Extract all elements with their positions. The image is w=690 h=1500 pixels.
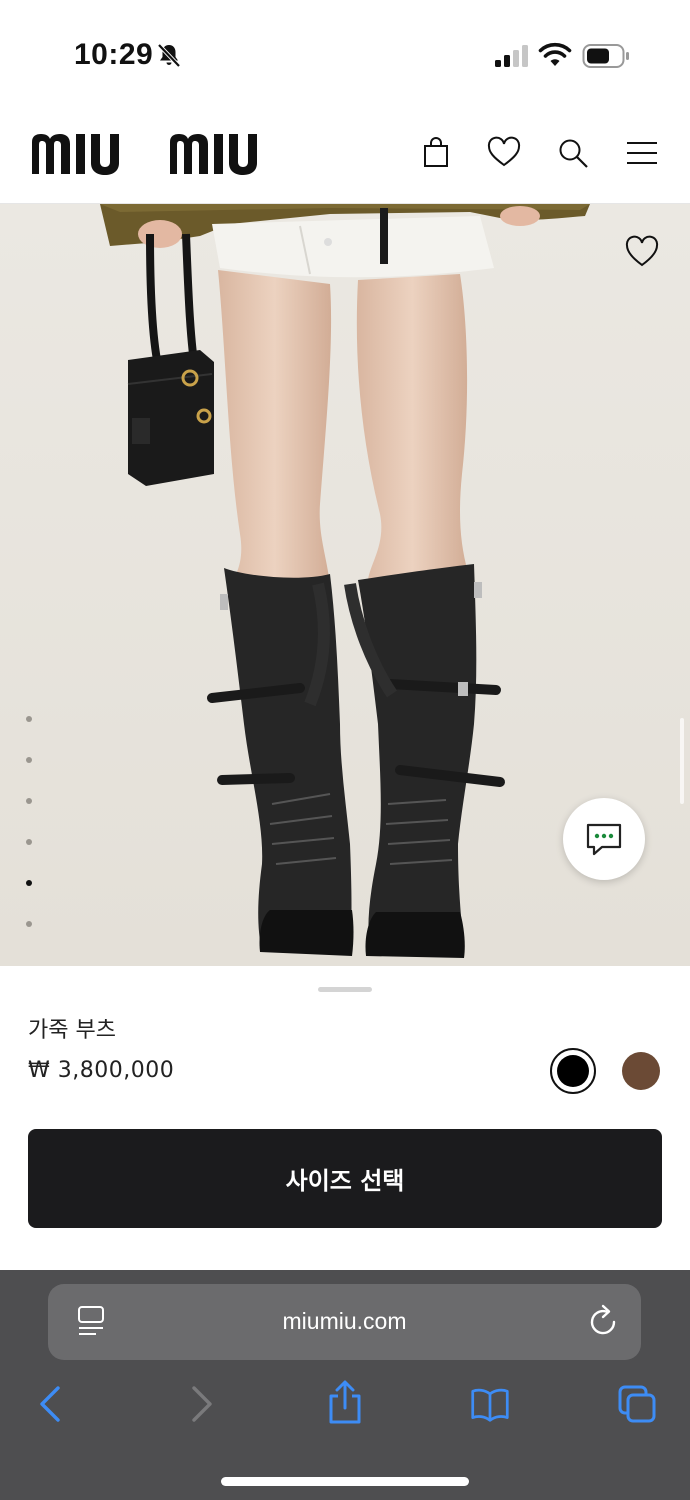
color-swatch-fill [557, 1055, 589, 1087]
search-icon[interactable] [556, 136, 590, 170]
product-name: 가죽 부츠 [28, 1018, 116, 1043]
browser-toolbar: miumiu.com [0, 1270, 690, 1500]
color-swatch-brown[interactable] [622, 1052, 660, 1090]
sheet-handle[interactable] [318, 987, 372, 992]
wifi-icon [538, 42, 572, 66]
shopping-bag-icon[interactable] [419, 136, 453, 170]
share-icon[interactable] [324, 1380, 366, 1424]
pagination-dot[interactable] [26, 757, 32, 763]
product-image-gallery[interactable] [0, 204, 690, 966]
forward-icon[interactable] [180, 1384, 220, 1424]
url-text[interactable]: miumiu.com [48, 1308, 641, 1335]
menu-icon[interactable] [625, 136, 659, 170]
site-header [0, 100, 690, 204]
home-indicator[interactable] [221, 1477, 469, 1486]
chat-bubble-icon [586, 823, 622, 856]
pagination-dot-active[interactable] [26, 880, 32, 886]
pagination-dot[interactable] [26, 716, 32, 722]
pagination-dot[interactable] [26, 798, 32, 804]
battery-icon [582, 44, 629, 68]
bookmarks-icon[interactable] [470, 1384, 510, 1424]
cellular-signal-icon [495, 45, 528, 67]
back-icon[interactable] [32, 1384, 72, 1424]
address-bar[interactable]: miumiu.com [48, 1284, 641, 1360]
tabs-icon[interactable] [617, 1384, 657, 1424]
miu-miu-logo[interactable] [30, 130, 290, 178]
product-price: ₩ 3,800,000 [28, 1058, 175, 1083]
image-pagination[interactable] [26, 716, 36, 962]
heart-outline-icon[interactable] [624, 234, 660, 270]
chat-button[interactable] [563, 798, 645, 880]
bell-slash-icon [157, 43, 181, 68]
color-swatch-black[interactable] [550, 1048, 596, 1094]
select-size-button[interactable]: 사이즈 선택 [28, 1129, 662, 1228]
scroll-indicator [680, 718, 684, 804]
pagination-dot[interactable] [26, 839, 32, 845]
status-bar: 10:29 [0, 0, 690, 100]
pagination-dot[interactable] [26, 921, 32, 927]
status-time: 10:29 [74, 38, 154, 71]
heart-icon[interactable] [487, 136, 521, 170]
reload-icon[interactable] [588, 1304, 620, 1338]
